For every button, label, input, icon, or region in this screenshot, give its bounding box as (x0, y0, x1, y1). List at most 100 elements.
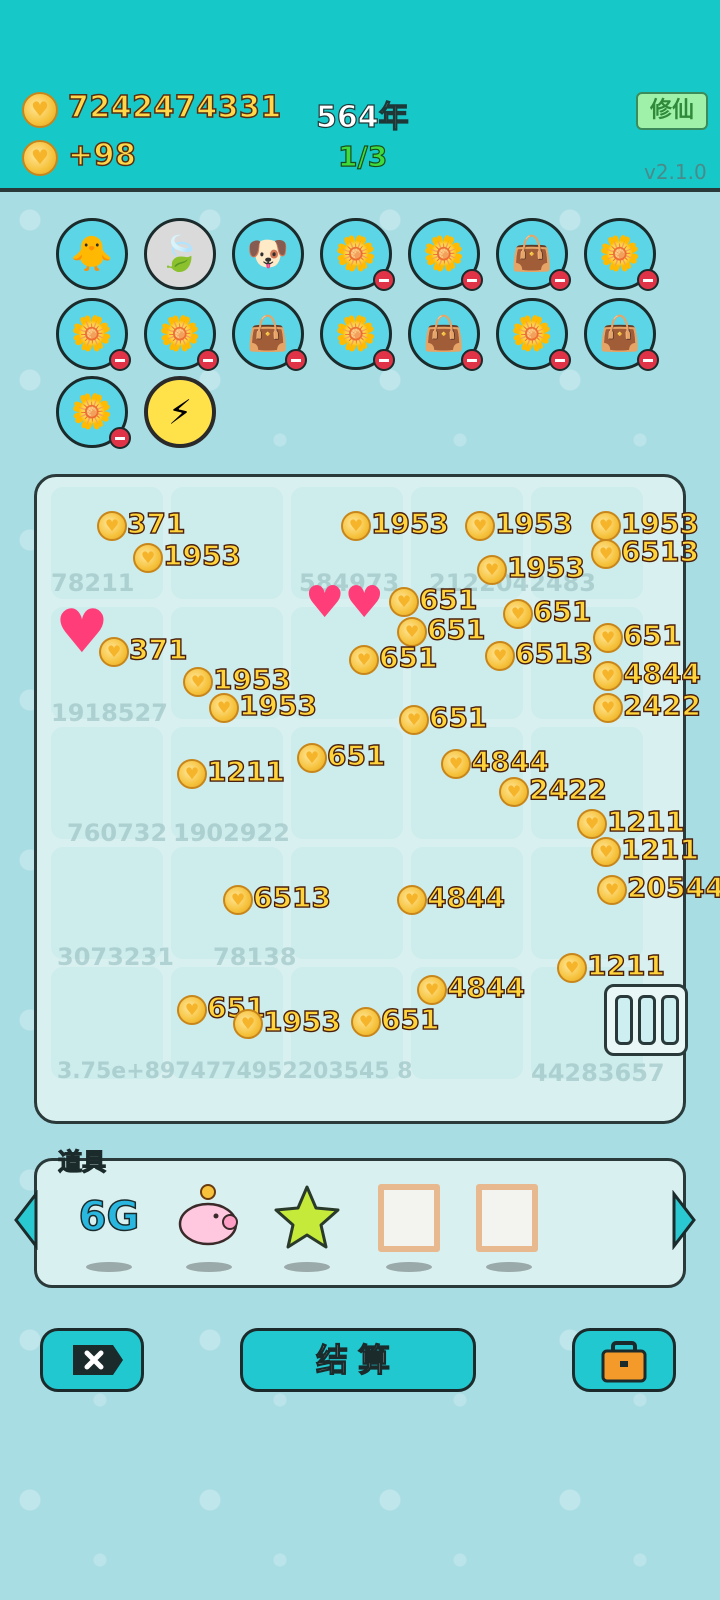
floating-coin-value: 20544 (626, 870, 720, 904)
coin-icon (593, 693, 623, 723)
remove-icon[interactable] (637, 269, 659, 291)
coin-icon (22, 92, 58, 128)
floating-coin-value: 651 (532, 594, 592, 628)
6g-icon: 6G (78, 1193, 140, 1241)
item-piggy-bank[interactable] (174, 1182, 244, 1252)
cell-value: 44283657 (531, 1059, 665, 1087)
plant-slot[interactable]: 👜 (408, 298, 483, 371)
floating-coin-value: 651 (418, 582, 478, 616)
coin-icon (591, 539, 621, 569)
coin-icon (591, 511, 621, 541)
coin-icon (209, 693, 239, 723)
coin-icon (465, 511, 495, 541)
plant-slot[interactable]: 🌼 (320, 218, 395, 291)
floating-coin-value: 1953 (370, 506, 449, 540)
dog-icon: 🐶 (246, 234, 290, 274)
floating-coin-value: 4844 (446, 970, 525, 1004)
plant-slot[interactable]: 🐶 (232, 218, 304, 290)
coin-icon (597, 875, 627, 905)
top-status-bar: 7242474331 +98 564年 1/3 修仙 v2.1.0 (0, 0, 720, 192)
plant-slot[interactable]: 🌼 (320, 298, 395, 371)
remove-icon[interactable] (109, 427, 131, 449)
briefcase-icon (601, 1341, 647, 1383)
chevron-right-icon[interactable] (670, 1190, 698, 1250)
bag-button[interactable] (572, 1328, 676, 1392)
pause-button[interactable] (604, 984, 688, 1056)
floating-coin-value: 651 (428, 700, 488, 734)
remove-icon[interactable] (461, 269, 483, 291)
close-icon (73, 1345, 123, 1375)
floating-coin-value: 1953 (494, 506, 573, 540)
coin-icon (591, 837, 621, 867)
floating-coin-value: 4844 (622, 656, 701, 690)
cell-value: 760732 (67, 819, 168, 847)
coin-icon (399, 705, 429, 735)
remove-icon[interactable] (461, 349, 483, 371)
coin-icon (503, 599, 533, 629)
floating-coin-value: 1953 (162, 538, 241, 572)
coin-icon (183, 667, 213, 697)
coin-icon (397, 885, 427, 915)
item-6g[interactable]: 6G (74, 1182, 144, 1252)
exit-button[interactable] (40, 1328, 144, 1392)
plant-slot[interactable]: 🌼 (584, 218, 659, 291)
chick-egg-icon: 🐥 (70, 234, 114, 274)
coin-rate-icon (22, 140, 58, 176)
floating-coin-value: 6513 (620, 534, 699, 568)
coin-icon (341, 511, 371, 541)
game-board[interactable]: 78211 584973 2122042483 1918527 760732 1… (34, 474, 720, 1124)
floating-coin-value: 1211 (586, 948, 665, 982)
chevron-left-icon[interactable] (12, 1190, 40, 1250)
remove-icon[interactable] (549, 349, 571, 371)
floating-coin-value: 1211 (620, 832, 699, 866)
item-shadow (284, 1262, 330, 1272)
plant-slot[interactable]: 🐥 (56, 218, 128, 290)
item-shadow (86, 1262, 132, 1272)
floating-coin-value: 651 (378, 640, 438, 674)
floating-coin-value: 1953 (238, 688, 317, 722)
plant-slot[interactable]: ⚡ (144, 376, 216, 448)
items-title: 道具 (57, 1147, 106, 1176)
plant-slot[interactable]: 🌼 (56, 298, 131, 371)
remove-icon[interactable] (109, 349, 131, 371)
plant-slot[interactable]: 🌼 (56, 376, 131, 449)
item-star[interactable] (272, 1182, 342, 1252)
remove-icon[interactable] (549, 269, 571, 291)
cell-value: 78211 (51, 569, 135, 597)
remove-icon[interactable] (373, 269, 395, 291)
cultivation-mode-button[interactable]: 修仙 (636, 92, 708, 130)
plant-slot[interactable]: 🌼 (408, 218, 483, 291)
remove-icon[interactable] (197, 349, 219, 371)
empty-frame-icon[interactable] (378, 1184, 440, 1252)
plant-slot[interactable]: 👜 (232, 298, 307, 371)
coin-icon (499, 777, 529, 807)
coin-icon (351, 1007, 381, 1037)
settle-button[interactable]: 结算 (240, 1328, 476, 1392)
remove-icon[interactable] (285, 349, 307, 371)
coin-icon (133, 543, 163, 573)
plant-slot[interactable]: 👜 (584, 298, 659, 371)
coin-icon (485, 641, 515, 671)
empty-frame-icon[interactable] (476, 1184, 538, 1252)
coin-icon (593, 623, 623, 653)
plant-slot[interactable]: 👜 (496, 218, 571, 291)
floating-coin-value: 6513 (514, 636, 593, 670)
floating-coin-value: 1953 (262, 1004, 341, 1038)
plant-slot[interactable]: 🌼 (144, 298, 219, 371)
coin-icon (417, 975, 447, 1005)
coin-icon (557, 953, 587, 983)
plant-slot[interactable]: 🍃 (144, 218, 216, 290)
coin-icon (577, 809, 607, 839)
version-label: v2.1.0 (644, 160, 707, 184)
star-icon (274, 1185, 340, 1249)
coin-icon (297, 743, 327, 773)
coin-icon (177, 759, 207, 789)
item-shadow (486, 1262, 532, 1272)
plant-slot[interactable]: 🌼 (496, 298, 571, 371)
coin-icon (99, 637, 129, 667)
coin-icon (441, 749, 471, 779)
floating-coin-value: 371 (126, 506, 186, 540)
cell-value: 3073231 (57, 943, 174, 971)
remove-icon[interactable] (373, 349, 395, 371)
remove-icon[interactable] (637, 349, 659, 371)
